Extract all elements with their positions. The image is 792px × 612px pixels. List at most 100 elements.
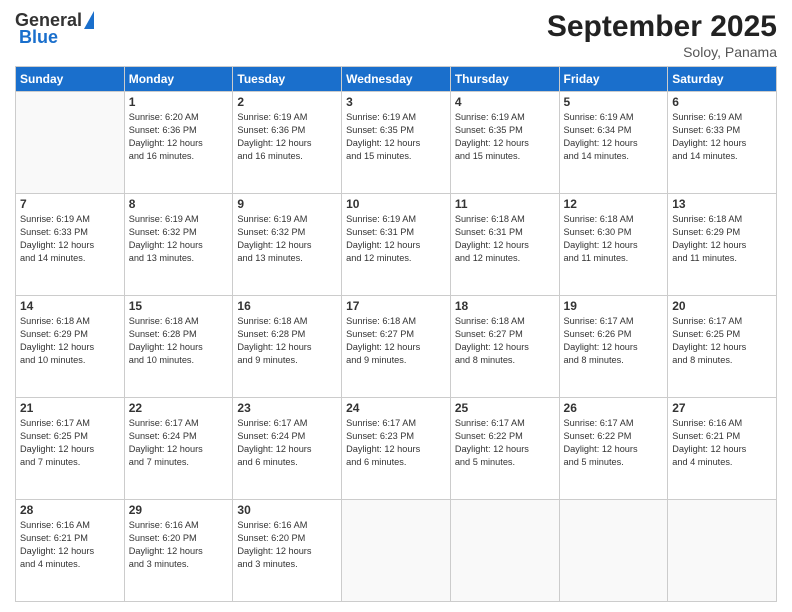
day-number: 4 <box>455 95 555 109</box>
day-number: 22 <box>129 401 229 415</box>
table-row: 26 Sunrise: 6:17 AM Sunset: 6:22 PM Dayli… <box>559 398 668 500</box>
day-info: Sunrise: 6:17 AM Sunset: 6:24 PM Dayligh… <box>129 417 229 469</box>
day-number: 15 <box>129 299 229 313</box>
table-row: 11 Sunrise: 6:18 AM Sunset: 6:31 PM Dayli… <box>450 194 559 296</box>
calendar-table: Sunday Monday Tuesday Wednesday Thursday… <box>15 66 777 602</box>
table-row <box>342 500 451 602</box>
location: Soloy, Panama <box>547 44 777 60</box>
day-number: 24 <box>346 401 446 415</box>
day-number: 7 <box>20 197 120 211</box>
day-info: Sunrise: 6:18 AM Sunset: 6:28 PM Dayligh… <box>237 315 337 367</box>
day-info: Sunrise: 6:18 AM Sunset: 6:31 PM Dayligh… <box>455 213 555 265</box>
day-number: 2 <box>237 95 337 109</box>
logo: General Blue <box>15 10 94 48</box>
table-row <box>668 500 777 602</box>
table-row: 12 Sunrise: 6:18 AM Sunset: 6:30 PM Dayli… <box>559 194 668 296</box>
day-info: Sunrise: 6:16 AM Sunset: 6:21 PM Dayligh… <box>20 519 120 571</box>
day-number: 17 <box>346 299 446 313</box>
day-number: 19 <box>564 299 664 313</box>
day-info: Sunrise: 6:18 AM Sunset: 6:30 PM Dayligh… <box>564 213 664 265</box>
logo-icon <box>84 11 94 29</box>
day-number: 30 <box>237 503 337 517</box>
day-number: 8 <box>129 197 229 211</box>
table-row: 1 Sunrise: 6:20 AM Sunset: 6:36 PM Daylig… <box>124 92 233 194</box>
table-row: 27 Sunrise: 6:16 AM Sunset: 6:21 PM Dayli… <box>668 398 777 500</box>
table-row: 19Sunrise: 6:17 AM Sunset: 6:26 PM Dayli… <box>559 296 668 398</box>
day-number: 20 <box>672 299 772 313</box>
table-row: 13Sunrise: 6:18 AM Sunset: 6:29 PM Dayli… <box>668 194 777 296</box>
page-header: General Blue September 2025 Soloy, Panam… <box>15 10 777 60</box>
table-row <box>16 92 125 194</box>
day-info: Sunrise: 6:19 AM Sunset: 6:33 PM Dayligh… <box>20 213 120 265</box>
day-info: Sunrise: 6:20 AM Sunset: 6:36 PM Dayligh… <box>129 111 229 163</box>
day-number: 28 <box>20 503 120 517</box>
header-friday: Friday <box>559 67 668 92</box>
table-row <box>559 500 668 602</box>
day-number: 11 <box>455 197 555 211</box>
day-number: 26 <box>564 401 664 415</box>
day-number: 14 <box>20 299 120 313</box>
day-number: 1 <box>129 95 229 109</box>
day-info: Sunrise: 6:17 AM Sunset: 6:23 PM Dayligh… <box>346 417 446 469</box>
table-row: 4 Sunrise: 6:19 AM Sunset: 6:35 PM Daylig… <box>450 92 559 194</box>
day-number: 18 <box>455 299 555 313</box>
table-row: 8 Sunrise: 6:19 AM Sunset: 6:32 PM Daylig… <box>124 194 233 296</box>
day-info: Sunrise: 6:18 AM Sunset: 6:28 PM Dayligh… <box>129 315 229 367</box>
day-number: 6 <box>672 95 772 109</box>
day-number: 10 <box>346 197 446 211</box>
table-row <box>450 500 559 602</box>
day-info: Sunrise: 6:16 AM Sunset: 6:21 PM Dayligh… <box>672 417 772 469</box>
day-info: Sunrise: 6:19 AM Sunset: 6:34 PM Dayligh… <box>564 111 664 163</box>
table-row: 3 Sunrise: 6:19 AM Sunset: 6:35 PM Daylig… <box>342 92 451 194</box>
day-number: 21 <box>20 401 120 415</box>
table-row: 7 Sunrise: 6:19 AM Sunset: 6:33 PM Daylig… <box>16 194 125 296</box>
logo-blue: Blue <box>19 27 58 48</box>
header-sunday: Sunday <box>16 67 125 92</box>
table-row: 20 Sunrise: 6:17 AM Sunset: 6:25 PM Dayli… <box>668 296 777 398</box>
day-info: Sunrise: 6:19 AM Sunset: 6:32 PM Dayligh… <box>129 213 229 265</box>
day-number: 29 <box>129 503 229 517</box>
table-row: 14 Sunrise: 6:18 AM Sunset: 6:29 PM Dayli… <box>16 296 125 398</box>
header-monday: Monday <box>124 67 233 92</box>
day-info: Sunrise: 6:17 AM Sunset: 6:25 PM Dayligh… <box>672 315 772 367</box>
table-row: 25 Sunrise: 6:17 AM Sunset: 6:22 PM Dayli… <box>450 398 559 500</box>
header-thursday: Thursday <box>450 67 559 92</box>
calendar-page: General Blue September 2025 Soloy, Panam… <box>0 0 792 612</box>
table-row: 2Sunrise: 6:19 AM Sunset: 6:36 PM Daylig… <box>233 92 342 194</box>
day-number: 27 <box>672 401 772 415</box>
day-info: Sunrise: 6:19 AM Sunset: 6:33 PM Dayligh… <box>672 111 772 163</box>
day-number: 9 <box>237 197 337 211</box>
table-row: 15 Sunrise: 6:18 AM Sunset: 6:28 PM Dayli… <box>124 296 233 398</box>
title-block: September 2025 Soloy, Panama <box>547 10 777 60</box>
table-row: 23 Sunrise: 6:17 AM Sunset: 6:24 PM Dayli… <box>233 398 342 500</box>
table-row: 5 Sunrise: 6:19 AM Sunset: 6:34 PM Daylig… <box>559 92 668 194</box>
day-info: Sunrise: 6:17 AM Sunset: 6:22 PM Dayligh… <box>564 417 664 469</box>
day-info: Sunrise: 6:18 AM Sunset: 6:29 PM Dayligh… <box>672 213 772 265</box>
table-row: 16 Sunrise: 6:18 AM Sunset: 6:28 PM Dayli… <box>233 296 342 398</box>
month-title: September 2025 <box>547 10 777 44</box>
day-number: 16 <box>237 299 337 313</box>
day-info: Sunrise: 6:19 AM Sunset: 6:35 PM Dayligh… <box>346 111 446 163</box>
header-saturday: Saturday <box>668 67 777 92</box>
day-info: Sunrise: 6:17 AM Sunset: 6:25 PM Dayligh… <box>20 417 120 469</box>
day-info: Sunrise: 6:16 AM Sunset: 6:20 PM Dayligh… <box>129 519 229 571</box>
table-row: 21 Sunrise: 6:17 AM Sunset: 6:25 PM Dayli… <box>16 398 125 500</box>
table-row: 22 Sunrise: 6:17 AM Sunset: 6:24 PM Dayli… <box>124 398 233 500</box>
day-number: 5 <box>564 95 664 109</box>
day-info: Sunrise: 6:19 AM Sunset: 6:35 PM Dayligh… <box>455 111 555 163</box>
day-number: 12 <box>564 197 664 211</box>
day-number: 3 <box>346 95 446 109</box>
table-row: 28 Sunrise: 6:16 AM Sunset: 6:21 PM Dayli… <box>16 500 125 602</box>
table-row: 18 Sunrise: 6:18 AM Sunset: 6:27 PM Dayli… <box>450 296 559 398</box>
day-info: Sunrise: 6:19 AM Sunset: 6:32 PM Dayligh… <box>237 213 337 265</box>
table-row: 10Sunrise: 6:19 AM Sunset: 6:31 PM Dayli… <box>342 194 451 296</box>
day-number: 25 <box>455 401 555 415</box>
day-number: 23 <box>237 401 337 415</box>
day-info: Sunrise: 6:18 AM Sunset: 6:27 PM Dayligh… <box>455 315 555 367</box>
day-info: Sunrise: 6:17 AM Sunset: 6:24 PM Dayligh… <box>237 417 337 469</box>
table-row: 24 Sunrise: 6:17 AM Sunset: 6:23 PM Dayli… <box>342 398 451 500</box>
day-info: Sunrise: 6:16 AM Sunset: 6:20 PM Dayligh… <box>237 519 337 571</box>
day-info: Sunrise: 6:18 AM Sunset: 6:29 PM Dayligh… <box>20 315 120 367</box>
day-info: Sunrise: 6:17 AM Sunset: 6:22 PM Dayligh… <box>455 417 555 469</box>
table-row: 17Sunrise: 6:18 AM Sunset: 6:27 PM Dayli… <box>342 296 451 398</box>
